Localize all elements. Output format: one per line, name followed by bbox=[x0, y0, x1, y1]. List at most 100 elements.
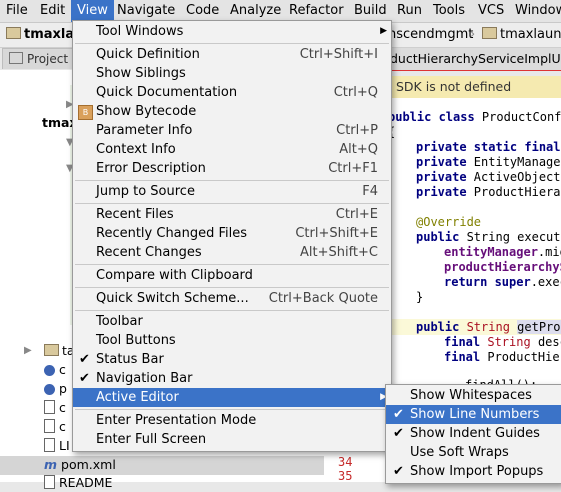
menu-separator bbox=[75, 409, 389, 410]
folder-icon bbox=[482, 27, 497, 39]
menu-item-compare-with-clipboard[interactable]: Compare with Clipboard bbox=[73, 266, 391, 285]
menu-view[interactable]: View bbox=[71, 0, 114, 22]
code-line: } bbox=[416, 290, 424, 304]
tree-node-file[interactable]: c bbox=[44, 361, 66, 379]
menu-window[interactable]: Window bbox=[509, 0, 561, 22]
file-icon bbox=[44, 419, 55, 433]
tree-node-file[interactable]: c bbox=[44, 418, 66, 436]
menu-item-enter-presentation-mode[interactable]: Enter Presentation Mode bbox=[73, 411, 391, 430]
menu-item-parameter-info[interactable]: Parameter Info Ctrl+P bbox=[73, 121, 391, 140]
breadcrumb-label: tmaxlaun bbox=[500, 27, 561, 42]
checkmark-icon: ✔ bbox=[393, 426, 404, 441]
menu-item-status-bar[interactable]: ✔ Status Bar bbox=[73, 350, 391, 369]
tree-node-label: README bbox=[58, 475, 113, 490]
tree-node-pom[interactable]: m pom.xml bbox=[44, 456, 116, 474]
checkmark-icon: ✔ bbox=[79, 371, 90, 386]
submenu-item-show-import-popups[interactable]: ✔ Show Import Popups bbox=[386, 462, 561, 481]
tree-node-file[interactable]: p bbox=[44, 380, 67, 398]
tree-node-label: c bbox=[58, 400, 66, 415]
menu-file[interactable]: File bbox=[0, 0, 34, 22]
file-icon bbox=[44, 475, 55, 489]
menu-item-quick-definition[interactable]: Quick Definition Ctrl+Shift+I bbox=[73, 45, 391, 64]
line-number: 34 bbox=[338, 455, 353, 469]
menu-item-recent-files[interactable]: Recent Files Ctrl+E bbox=[73, 205, 391, 224]
breadcrumb-project[interactable]: tmaxlaun bbox=[482, 23, 561, 47]
code-line: productHierarchyS bbox=[444, 260, 561, 274]
breadcrumb-label: nscendmgmt bbox=[388, 27, 474, 42]
menu-item-navigation-bar[interactable]: ✔ Navigation Bar bbox=[73, 369, 391, 388]
line-number: 35 bbox=[338, 469, 353, 483]
menu-separator bbox=[75, 264, 389, 265]
editor-tab[interactable]: ductHierarchyServiceImplUn bbox=[390, 48, 561, 71]
tree-node-label: c bbox=[58, 362, 66, 377]
menu-item-quick-switch-scheme[interactable]: Quick Switch Scheme... Ctrl+Back Quote bbox=[73, 289, 391, 308]
code-line: private ActiveObjects bbox=[416, 170, 561, 184]
menu-item-tool-windows[interactable]: Tool Windows ▶ bbox=[73, 22, 391, 41]
menu-build[interactable]: Build bbox=[348, 0, 393, 22]
submenu-item-show-whitespaces[interactable]: Show Whitespaces bbox=[386, 386, 561, 405]
tree-node-label: LI bbox=[58, 438, 70, 453]
menu-item-toolbar[interactable]: Toolbar bbox=[73, 312, 391, 331]
checkmark-icon: ✔ bbox=[393, 464, 404, 479]
menu-navigate[interactable]: Navigate bbox=[111, 0, 181, 22]
menu-run[interactable]: Run bbox=[391, 0, 428, 22]
submenu-item-use-soft-wraps[interactable]: Use Soft Wraps bbox=[386, 443, 561, 462]
menu-item-quick-documentation[interactable]: Quick Documentation Ctrl+Q bbox=[73, 83, 391, 102]
tree-node-file[interactable]: c bbox=[44, 399, 66, 417]
menu-item-recently-changed-files[interactable]: Recently Changed Files Ctrl+Shift+E bbox=[73, 224, 391, 243]
code-line: public String execute bbox=[416, 230, 561, 244]
maven-icon: m bbox=[44, 457, 58, 472]
submenu-item-show-line-numbers[interactable]: ✔ Show Line Numbers bbox=[386, 405, 561, 424]
warning-text: SDK is not defined bbox=[396, 79, 512, 94]
tree-node-label: pom.xml bbox=[61, 457, 116, 472]
tree-node-file[interactable]: LI bbox=[44, 437, 70, 455]
active-editor-submenu: Show Whitespaces ✔ Show Line Numbers ✔ Sho… bbox=[385, 384, 561, 484]
menu-edit[interactable]: Edit bbox=[34, 0, 71, 22]
bytecode-icon: B bbox=[78, 105, 93, 120]
submenu-item-show-indent-guides[interactable]: ✔ Show Indent Guides bbox=[386, 424, 561, 443]
project-tool-tab[interactable]: Project bbox=[2, 48, 74, 69]
tree-node-folder[interactable]: ta bbox=[44, 342, 75, 360]
code-line: public class ProductConfi bbox=[388, 110, 561, 124]
menu-separator bbox=[75, 203, 389, 204]
menu-tools[interactable]: Tools bbox=[427, 0, 471, 22]
code-line: public String getProd bbox=[416, 320, 561, 335]
menu-item-tool-buttons[interactable]: Tool Buttons bbox=[73, 331, 391, 350]
menu-item-show-siblings[interactable]: Show Siblings bbox=[73, 64, 391, 83]
menu-item-context-info[interactable]: Context Info Alt+Q bbox=[73, 140, 391, 159]
menu-separator bbox=[75, 310, 389, 311]
menu-item-enter-full-screen[interactable]: Enter Full Screen bbox=[73, 430, 391, 449]
tree-node-label: c bbox=[58, 419, 66, 434]
menu-item-show-bytecode[interactable]: B Show Bytecode bbox=[73, 102, 391, 121]
menu-separator bbox=[75, 43, 389, 44]
menu-item-error-description[interactable]: Error Description Ctrl+F1 bbox=[73, 159, 391, 178]
code-line: return super.exec bbox=[444, 275, 561, 289]
breadcrumb-module[interactable]: nscendmgmt bbox=[388, 23, 473, 47]
breadcrumb-root[interactable]: tmaxla bbox=[6, 23, 74, 47]
project-file-icon bbox=[44, 384, 55, 395]
menu-vcs[interactable]: VCS bbox=[472, 0, 510, 22]
view-menu-dropdown: Tool Windows ▶ Quick Definition Ctrl+Shift… bbox=[72, 20, 392, 452]
tree-node-label: p bbox=[58, 381, 67, 396]
file-icon bbox=[44, 438, 55, 452]
code-line: private static final bbox=[416, 140, 561, 154]
menu-item-active-editor[interactable]: Active Editor ▶ bbox=[73, 388, 391, 407]
menu-separator bbox=[75, 180, 389, 181]
menu-code[interactable]: Code bbox=[180, 0, 225, 22]
tree-node-file[interactable]: README bbox=[44, 474, 112, 492]
menu-item-jump-to-source[interactable]: Jump to Source F4 bbox=[73, 182, 391, 201]
folder-icon bbox=[44, 344, 59, 356]
code-line: final String desc bbox=[444, 335, 561, 349]
menu-item-recent-changes[interactable]: Recent Changes Alt+Shift+C bbox=[73, 243, 391, 262]
breadcrumb-label: tmaxla bbox=[24, 27, 75, 42]
folder-icon bbox=[6, 27, 21, 39]
expand-arrow-icon[interactable]: ▶ bbox=[24, 342, 32, 360]
project-icon bbox=[9, 52, 23, 64]
code-line: private ProductHierar bbox=[416, 185, 561, 199]
submenu-arrow-icon: ▶ bbox=[380, 26, 387, 36]
code-line: private EntityManager bbox=[416, 155, 561, 169]
breadcrumb-separator: › bbox=[470, 27, 476, 42]
checkmark-icon: ✔ bbox=[393, 407, 404, 422]
menu-refactor[interactable]: Refactor bbox=[283, 0, 350, 22]
menu-analyze[interactable]: Analyze bbox=[224, 0, 287, 22]
